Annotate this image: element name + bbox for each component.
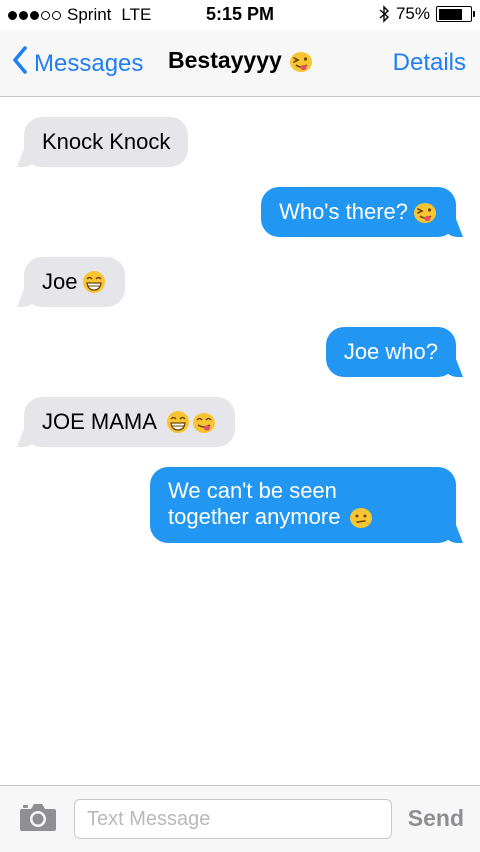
grin-emoji-icon bbox=[81, 269, 107, 295]
contact-name-text: Bestayyyy bbox=[168, 47, 282, 73]
tongue-wink-emoji-icon bbox=[412, 199, 438, 225]
grin-emoji-icon bbox=[165, 409, 191, 435]
incoming-message[interactable]: JOE MAMA bbox=[24, 397, 235, 447]
status-left: Sprint LTE bbox=[8, 5, 151, 25]
details-button[interactable]: Details bbox=[393, 49, 466, 77]
status-right: 75% bbox=[379, 4, 475, 24]
bluetooth-icon bbox=[379, 5, 390, 23]
message-text: Knock Knock bbox=[42, 129, 171, 154]
carrier-label: Sprint bbox=[67, 5, 112, 24]
incoming-message[interactable]: Joe bbox=[24, 257, 126, 307]
camera-button[interactable] bbox=[19, 802, 57, 832]
message-text: Joe who? bbox=[343, 339, 438, 364]
signal-strength-icon bbox=[8, 10, 61, 20]
network-label: LTE bbox=[121, 5, 152, 24]
chevron-left-icon bbox=[12, 46, 28, 81]
neutral-emoji-icon bbox=[348, 504, 374, 530]
battery-icon bbox=[436, 6, 475, 22]
battery-percent: 75% bbox=[395, 4, 430, 23]
compose-bar: Send bbox=[0, 785, 480, 852]
message-thread[interactable]: Knock Knock Who's there? Joe Joe who? JO… bbox=[0, 97, 480, 785]
send-button[interactable]: Send bbox=[408, 805, 464, 832]
nav-bar: Messages Bestayyyy Details bbox=[0, 30, 480, 97]
savoring-emoji-icon bbox=[191, 409, 217, 435]
outgoing-message[interactable]: Joe who? bbox=[325, 327, 456, 377]
message-text-line: We can't be seen bbox=[168, 478, 337, 503]
message-text-line-wrap: together anymore bbox=[168, 504, 438, 530]
camera-icon bbox=[19, 804, 57, 836]
outgoing-message[interactable]: We can't be seen together anymore bbox=[150, 467, 456, 543]
message-text: JOE MAMA bbox=[42, 409, 157, 434]
tongue-wink-emoji-icon bbox=[288, 48, 314, 74]
message-text-line: together anymore bbox=[168, 504, 341, 529]
battery-fill bbox=[438, 8, 462, 20]
contact-name[interactable]: Bestayyyy bbox=[168, 47, 314, 74]
message-input[interactable] bbox=[74, 799, 392, 839]
message-text: Joe bbox=[42, 269, 78, 294]
back-button[interactable]: Messages bbox=[12, 46, 143, 81]
outgoing-message[interactable]: Who's there? bbox=[261, 187, 456, 237]
back-button-label: Messages bbox=[34, 49, 144, 77]
status-bar: Sprint LTE 5:15 PM 75% bbox=[0, 0, 480, 30]
incoming-message[interactable]: Knock Knock bbox=[24, 117, 189, 167]
message-text: Who's there? bbox=[279, 199, 408, 224]
